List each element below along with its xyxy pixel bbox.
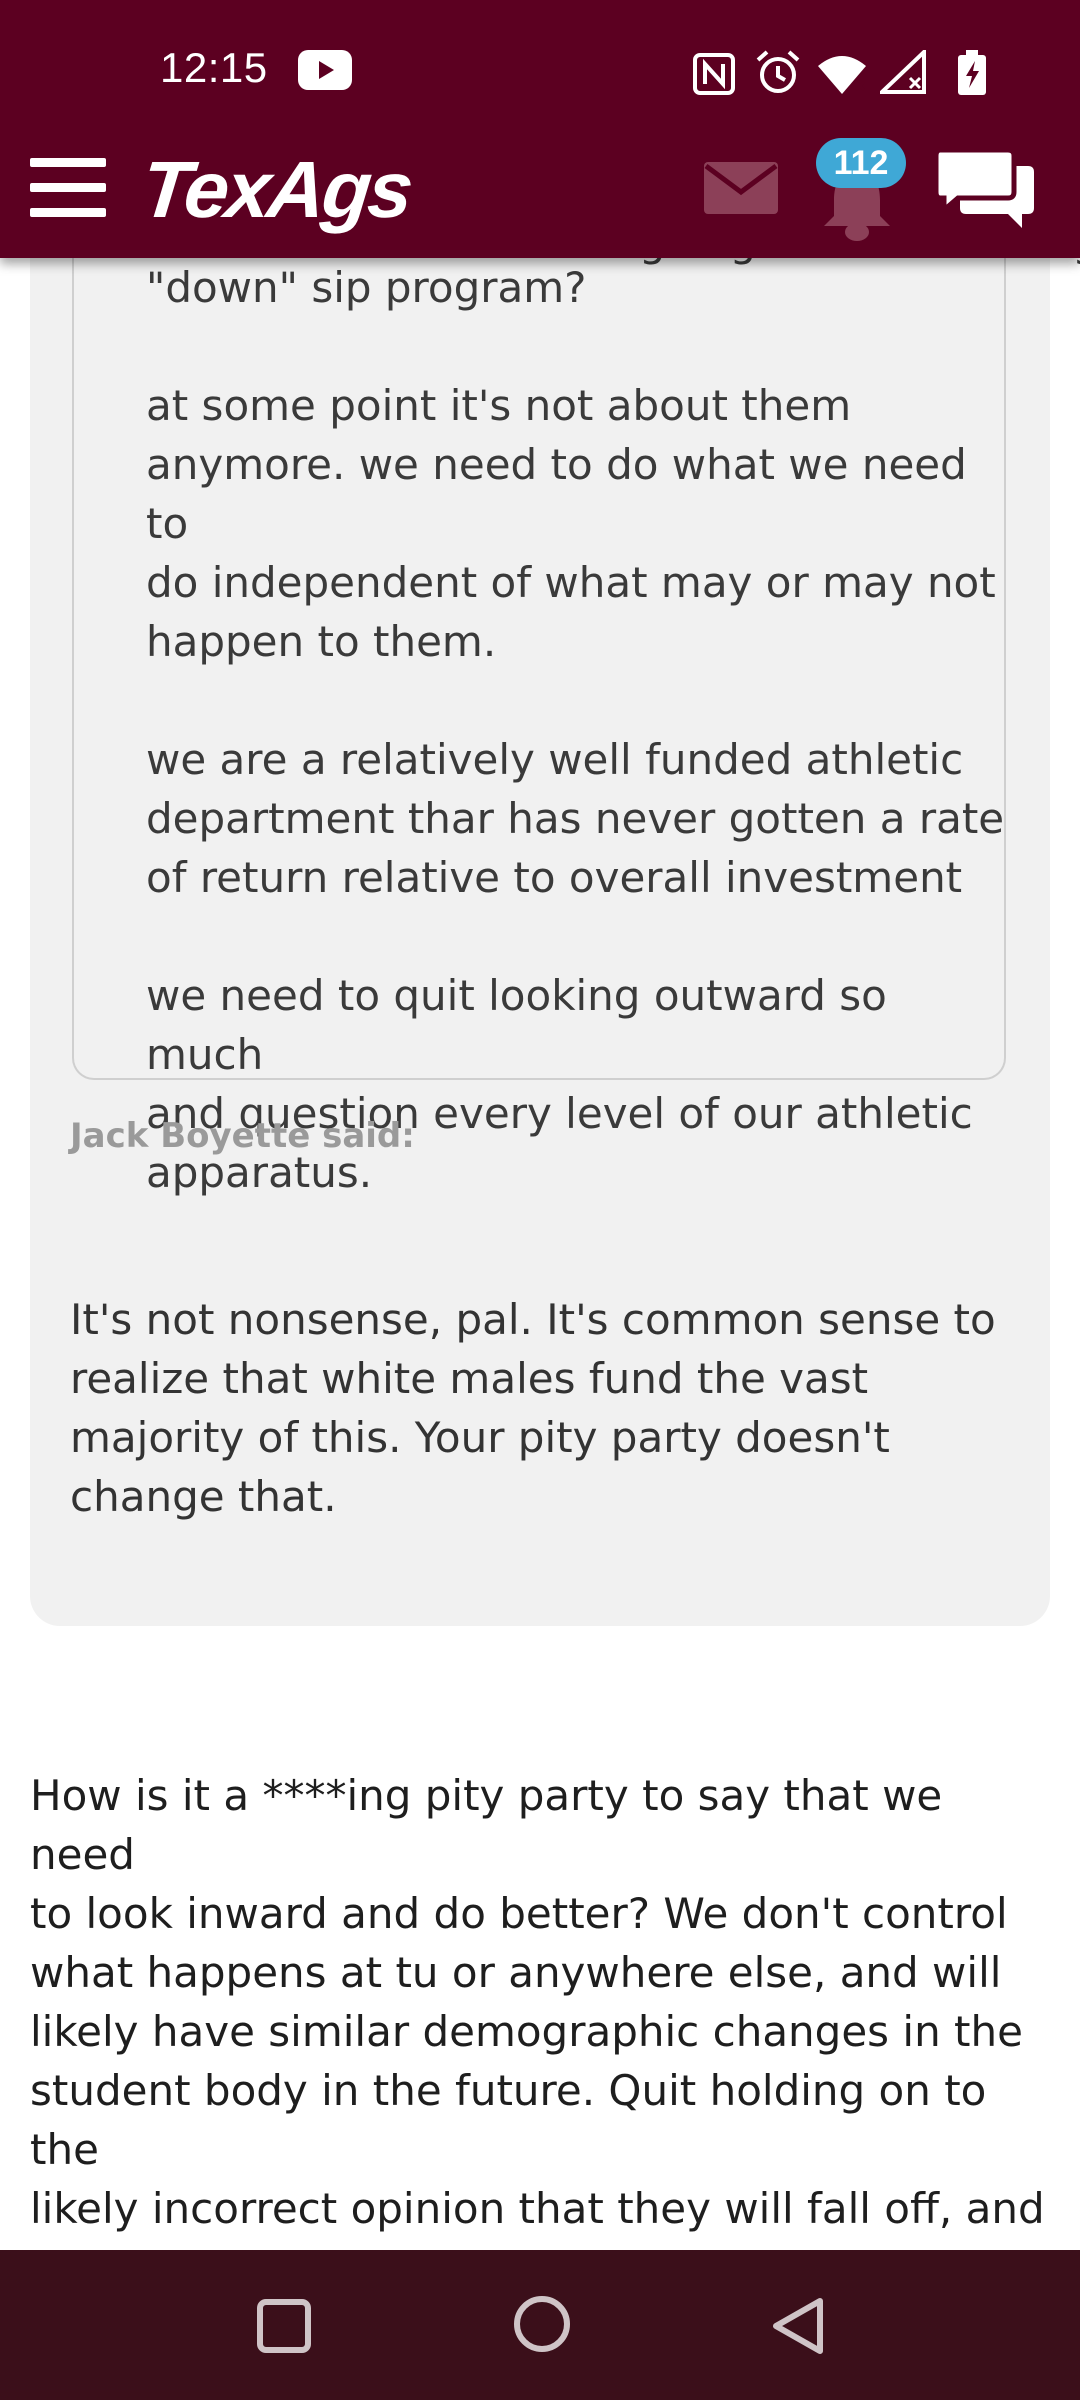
quote-line: happen to them. xyxy=(146,617,497,666)
text-line: let's fix our own house. tu is not our m… xyxy=(30,2238,1060,2250)
app-nav: TexAgs 112 xyxy=(0,138,1080,258)
quote-line: we need to quit looking outward so much xyxy=(146,971,887,1079)
post-content: ...down the line are we going to look at… xyxy=(0,258,1080,2250)
chat-icon[interactable] xyxy=(936,146,1036,230)
text-line: change that. xyxy=(70,1472,337,1521)
alarm-icon xyxy=(756,50,800,93)
text-line: to look inward and do better? We don't c… xyxy=(30,1889,1008,1938)
signal-icon xyxy=(880,50,926,94)
recent-apps-icon[interactable] xyxy=(256,2298,312,2354)
status-time: 12:15 xyxy=(160,44,268,91)
home-icon[interactable] xyxy=(512,2294,572,2354)
app-header: 12:15 TexAgs 112 xyxy=(0,0,1080,258)
quote-line: anymore. we need to do what we need to xyxy=(146,440,967,548)
quote-line: we are a relatively well funded athletic xyxy=(146,735,964,784)
text-line: student body in the future. Quit holding… xyxy=(30,2066,987,2174)
quote-line: do independent of what may or may not xyxy=(146,558,996,607)
quote-line: department thar has never gotten a rate xyxy=(146,794,1005,843)
youtube-icon xyxy=(298,50,352,90)
battery-icon xyxy=(958,50,986,95)
texags-logo[interactable]: TexAgs xyxy=(137,145,414,234)
inner-quote-text: ...down the line are we going to look at… xyxy=(146,258,1080,1202)
mail-icon[interactable] xyxy=(704,162,778,214)
text-line: likely have similar demographic changes … xyxy=(30,2007,1023,2056)
text-line: majority of this. Your pity party doesn'… xyxy=(70,1413,890,1462)
reply-text: How is it a ****ing pity party to say th… xyxy=(30,1766,1060,2250)
back-icon[interactable] xyxy=(770,2296,826,2356)
quote-line: at some point it's not about them xyxy=(146,381,852,430)
notification-badge: 112 xyxy=(816,138,906,188)
notifications-button[interactable]: 112 xyxy=(812,138,922,241)
nfc-icon xyxy=(693,53,735,95)
text-line: what happens at tu or anywhere else, and… xyxy=(30,1948,1002,1997)
outer-quote-block: ...down the line are we going to look at… xyxy=(30,258,1080,1626)
wifi-icon xyxy=(818,56,866,94)
quote-author[interactable]: Jack Boyette said: xyxy=(70,1116,415,1156)
menu-icon[interactable] xyxy=(30,158,106,218)
text-line: likely incorrect opinion that they will … xyxy=(30,2184,1045,2233)
status-bar: 12:15 xyxy=(0,0,1080,140)
clipped-quote-line: ...down the line are we going to look at… xyxy=(146,258,1080,271)
quote-line: of return relative to overall investment xyxy=(146,853,963,902)
text-line: realize that white males fund the vast xyxy=(70,1354,869,1403)
text-line: How is it a ****ing pity party to say th… xyxy=(30,1771,943,1879)
quote-text: It's not nonsense, pal. It's common sens… xyxy=(70,1290,1030,1526)
inner-quote-block: ...down the line are we going to look at… xyxy=(72,258,1080,1197)
text-line: It's not nonsense, pal. It's common sens… xyxy=(70,1295,996,1344)
system-nav-bar xyxy=(0,2250,1080,2400)
